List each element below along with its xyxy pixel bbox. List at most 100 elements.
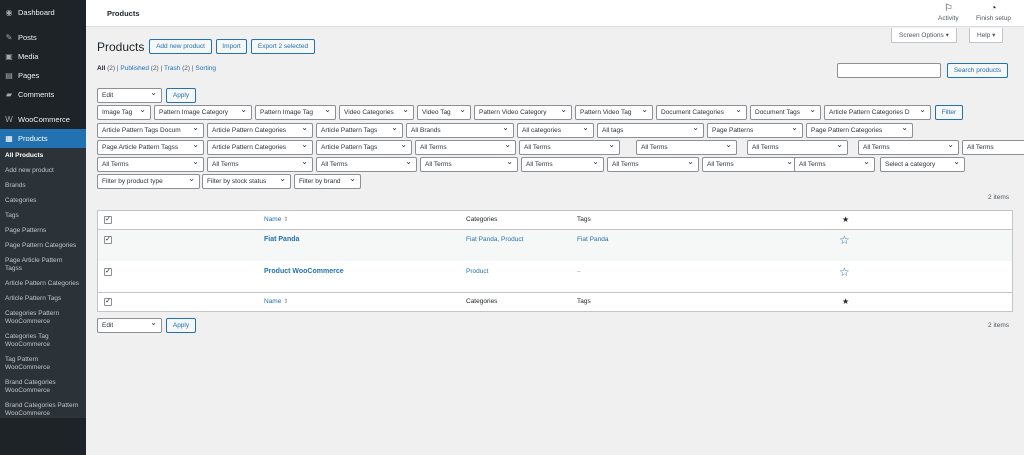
sidebar-item-media[interactable]: ▣ Media (0, 47, 86, 66)
filter-all-terms[interactable]: All Terms (747, 140, 848, 155)
featured-star-icon[interactable]: ★ (842, 297, 849, 306)
select-a-category[interactable]: Select a category (880, 157, 965, 172)
submenu-all-products[interactable]: All Products (0, 152, 86, 160)
submenu-page-patterns[interactable]: Page Patterns (0, 227, 86, 235)
sidebar-item-pages[interactable]: ▤ Pages (0, 66, 86, 85)
filter-pattern-video-category[interactable]: Pattern Video Category (474, 105, 572, 120)
apply-bulk-button-bottom[interactable]: Apply (166, 318, 196, 333)
product-name-link[interactable]: Fiat Panda (264, 236, 299, 243)
filter-all-terms[interactable]: All Terms (858, 140, 959, 155)
sidebar-item-comments[interactable]: ▰ Comments (0, 85, 86, 104)
featured-toggle-icon[interactable]: ☆ (839, 234, 850, 246)
submenu-page-pattern-categories[interactable]: Page Pattern Categories (0, 242, 86, 250)
filter-all-terms[interactable]: All Terms (636, 140, 737, 155)
submenu-brand-categories-woocommerce[interactable]: Brand Categories WooCommerce (0, 379, 86, 395)
add-new-product-button[interactable]: Add new product (149, 39, 212, 54)
finish-setup-label: Finish setup (976, 15, 1012, 22)
column-name-header[interactable]: Name ⇕ (264, 216, 288, 223)
filter-document-categories[interactable]: Document Categories (656, 105, 747, 120)
filter-all-terms[interactable]: All Terms (97, 157, 204, 172)
sidebar-item-woocommerce[interactable]: W WooCommerce (0, 110, 86, 129)
filter-all-terms[interactable]: All Terms (519, 140, 620, 155)
search-input[interactable] (837, 63, 941, 78)
sidebar-item-posts[interactable]: ✎ Posts (0, 28, 86, 47)
filter-article-pattern-categories-d[interactable]: Article Pattern Categories D (824, 105, 931, 120)
activity-button[interactable]: ⚐ Activity (938, 3, 959, 22)
submenu-brands[interactable]: Brands (0, 182, 86, 190)
import-button[interactable]: Import (216, 39, 247, 54)
filter-all-link[interactable]: All (97, 65, 105, 72)
column-name-footer[interactable]: Name ⇕ (264, 298, 288, 305)
sidebar-item-products[interactable]: ▦ Products (0, 129, 86, 148)
filter-pattern-image-category[interactable]: Pattern Image Category (154, 105, 252, 120)
filter-video-tag[interactable]: Video Tag (417, 105, 471, 120)
row-checkbox[interactable]: ✓ (104, 268, 112, 276)
filter-all-terms[interactable]: All Terms (415, 140, 516, 155)
sidebar-item-label: Products (18, 134, 48, 143)
row-checkbox[interactable]: ✓ (104, 236, 112, 244)
filter-button[interactable]: Filter (935, 105, 963, 120)
filter-by-brand[interactable]: Filter by brand (294, 174, 361, 189)
product-name-link[interactable]: Product WooCommerce (264, 268, 344, 275)
filter-video-categories[interactable]: Video Categories (339, 105, 414, 120)
featured-toggle-icon[interactable]: ☆ (839, 266, 850, 278)
sidebar-item-label: Comments (18, 90, 55, 99)
select-all-checkbox-footer[interactable]: ✓ (104, 298, 112, 306)
submenu-brand-categories-pattern-woocommerce[interactable]: Brand Categories Pattern WooCommerce (0, 402, 86, 418)
filter-all-terms[interactable]: All Terms (521, 157, 604, 172)
sorting-link[interactable]: Sorting (195, 65, 216, 72)
filter-pattern-image-tag[interactable]: Pattern Image Tag (255, 105, 336, 120)
filter-by-product-type[interactable]: Filter by product type (97, 174, 200, 189)
featured-star-icon[interactable]: ★ (842, 215, 849, 224)
filter-article-pattern-tags[interactable]: Article Pattern Tags (316, 123, 403, 138)
product-categories[interactable]: Product (466, 268, 488, 275)
filter-all-terms[interactable]: All Terms (316, 157, 417, 172)
filter-all-terms[interactable]: All Terms (420, 157, 518, 172)
filter-page-pattern-categories[interactable]: Page Pattern Categories (806, 123, 913, 138)
filter-all-terms[interactable]: All Terms (607, 157, 699, 172)
submenu-tags[interactable]: Tags (0, 212, 86, 220)
sidebar-item-label: Pages (18, 71, 40, 80)
filter-all-tags[interactable]: All tags (597, 123, 704, 138)
finish-setup-button[interactable]: ◔ Finish setup (976, 3, 1011, 22)
filter-all-categories[interactable]: All categories (517, 123, 594, 138)
submenu-categories[interactable]: Categories (0, 197, 86, 205)
bulk-action-select-bottom[interactable]: Edit (97, 318, 162, 333)
select-all-checkbox[interactable]: ✓ (104, 216, 112, 224)
filter-pattern-video-tag[interactable]: Pattern Video Tag (575, 105, 653, 120)
filter-image-tag[interactable]: Image Tag (97, 105, 151, 120)
submenu-page-article-pattern-tagss[interactable]: Page Article Pattern Tagss (0, 257, 86, 273)
filter-all-brands[interactable]: All Brands (406, 123, 514, 138)
filter-article-pattern-tags-2[interactable]: Article Pattern Tags (316, 140, 412, 155)
filter-document-tags[interactable]: Document Tags (750, 105, 821, 120)
filter-article-pattern-categories[interactable]: Article Pattern Categories (207, 123, 313, 138)
progress-circle-icon: ◔ (990, 3, 997, 14)
filter-article-pattern-tags-docum[interactable]: Article Pattern Tags Docum (97, 123, 204, 138)
separator: | (191, 65, 194, 72)
sidebar-item-label: Dashboard (18, 8, 55, 17)
product-categories[interactable]: Fiat Panda, Product (466, 236, 523, 243)
filter-all-terms[interactable]: All Terms (794, 157, 875, 172)
submenu-categories-tag-woocommerce[interactable]: Categories Tag WooCommerce (0, 333, 86, 349)
filter-trash-link[interactable]: Trash (164, 65, 180, 72)
search-products-button[interactable]: Search products (947, 63, 1008, 78)
page-title: Products (97, 40, 145, 54)
filter-page-article-pattern-tagss[interactable]: Page Article Pattern Tagss (97, 140, 204, 155)
submenu-tag-pattern-woocommerce[interactable]: Tag Pattern WooCommerce (0, 356, 86, 372)
apply-bulk-button[interactable]: Apply (166, 88, 196, 103)
submenu-article-pattern-categories[interactable]: Article Pattern Categories (0, 280, 86, 288)
bulk-action-select[interactable]: Edit (97, 88, 162, 103)
product-tags[interactable]: Fiat Panda (577, 236, 608, 243)
filter-all-terms[interactable]: All Terms (702, 157, 798, 172)
filter-published-link[interactable]: Published (120, 65, 149, 72)
submenu-article-pattern-tags[interactable]: Article Pattern Tags (0, 295, 86, 303)
filter-page-patterns[interactable]: Page Patterns (707, 123, 803, 138)
filter-article-pattern-categories-2[interactable]: Article Pattern Categories (207, 140, 313, 155)
filter-all-terms[interactable]: All Terms (962, 140, 1024, 155)
sidebar-item-dashboard[interactable]: ◉ Dashboard (0, 3, 86, 22)
filter-all-terms[interactable]: All Terms (207, 157, 313, 172)
filter-by-stock-status[interactable]: Filter by stock status (202, 174, 291, 189)
submenu-add-new-product[interactable]: Add new product (0, 167, 86, 175)
submenu-categories-pattern-woocommerce[interactable]: Categories Pattern WooCommerce (0, 310, 86, 326)
export-button[interactable]: Export 2 selected (251, 39, 315, 54)
